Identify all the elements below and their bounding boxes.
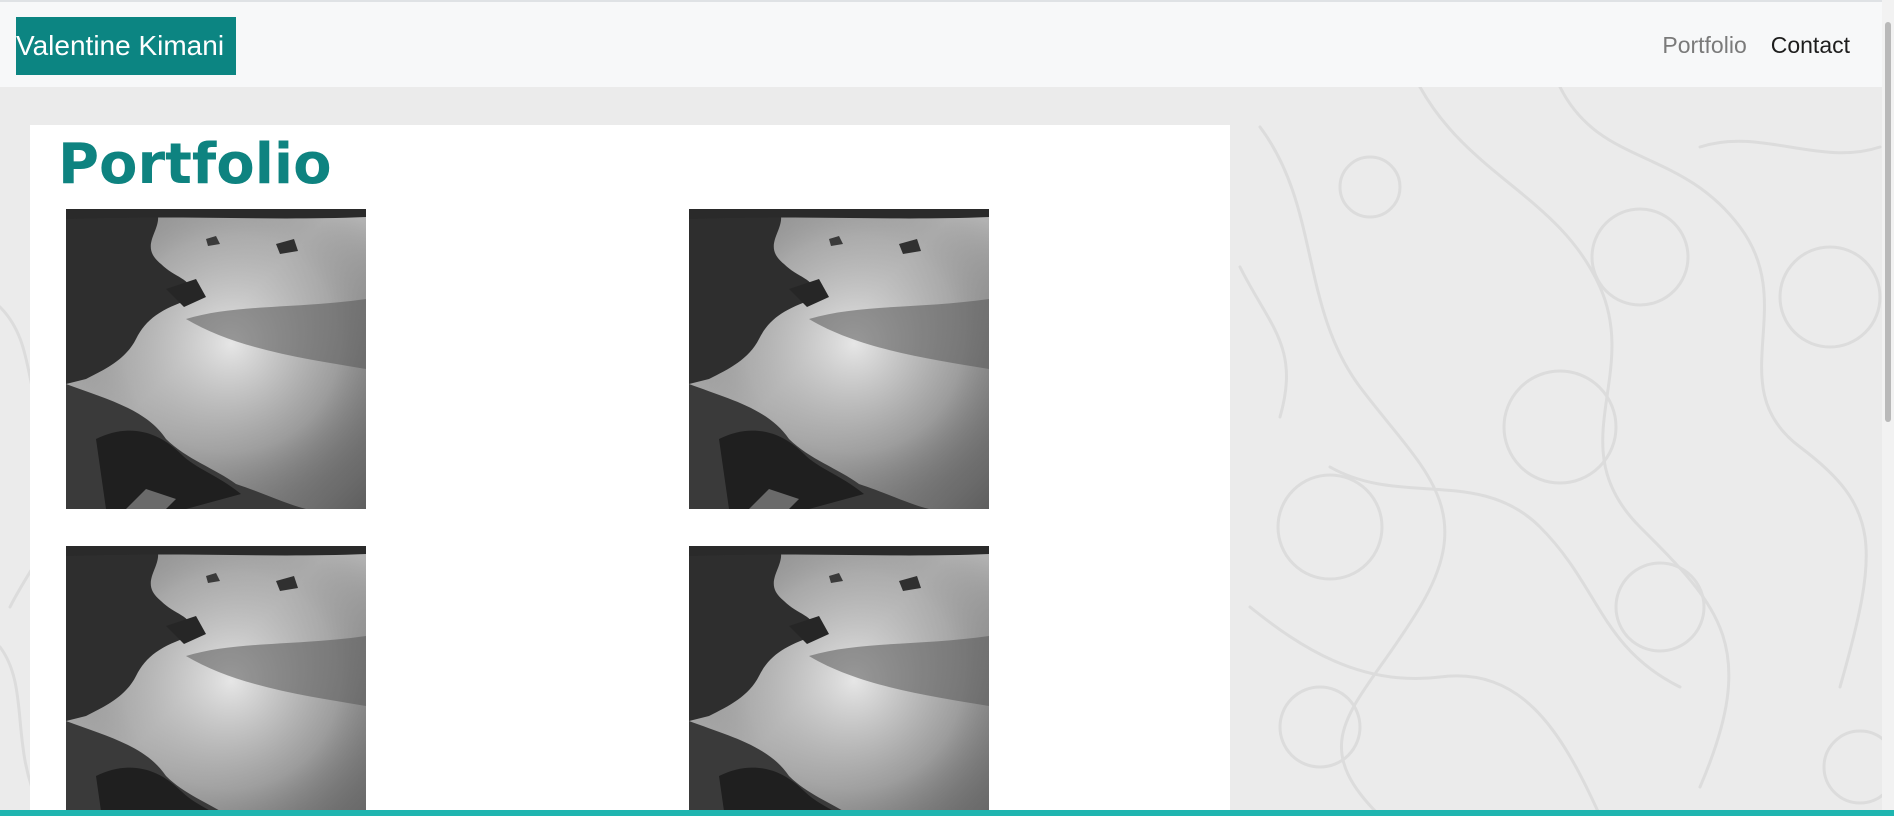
nav-link-contact[interactable]: Contact: [1771, 32, 1850, 59]
portfolio-photo[interactable]: [66, 546, 366, 816]
portfolio-card: Portfolio: [30, 125, 1230, 816]
nav-links: Portfolio Contact: [1638, 2, 1850, 89]
portfolio-photo[interactable]: [689, 209, 989, 509]
scrollbar-thumb[interactable]: [1885, 22, 1891, 422]
portfolio-photo[interactable]: [66, 209, 366, 509]
top-navbar: Valentine Kimani Portfolio Contact: [0, 0, 1882, 87]
portfolio-photo[interactable]: [689, 546, 989, 816]
brand-logo-link[interactable]: Valentine Kimani: [16, 17, 236, 75]
nav-link-portfolio[interactable]: Portfolio: [1662, 32, 1746, 59]
page-title: Portfolio: [58, 132, 332, 197]
page-scrollbar[interactable]: [1882, 0, 1894, 816]
bottom-accent-bar: [0, 810, 1894, 816]
